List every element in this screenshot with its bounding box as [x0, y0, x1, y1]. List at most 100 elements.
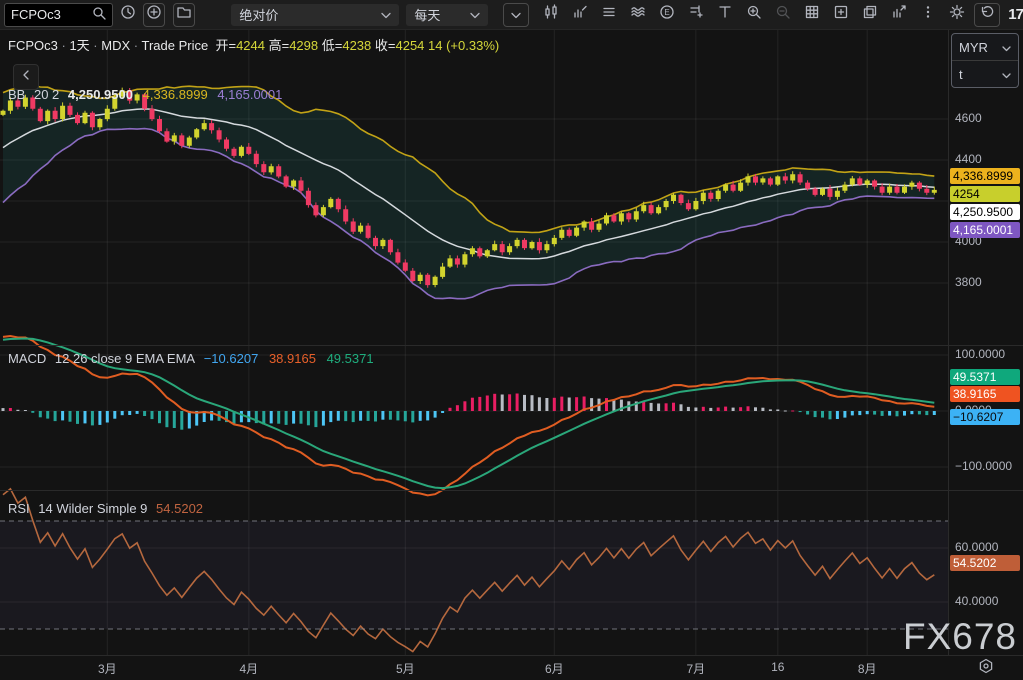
change-value: 14 (+0.33%) [428, 38, 499, 53]
plus-circle-icon [146, 4, 162, 25]
grid-icon [804, 4, 820, 25]
close-value: 4254 [395, 38, 424, 53]
time-axis-label: 16 [771, 660, 784, 674]
interval-expand-button[interactable] [503, 3, 529, 27]
price-mode-value: 绝对价 [239, 5, 278, 24]
rsi-badge: 54.5202 [950, 555, 1020, 571]
bb-lower-value: 4,165.0001 [217, 87, 282, 102]
time-axis-label: 4月 [240, 660, 259, 677]
zoom-out-icon [775, 4, 791, 25]
copy-button[interactable] [858, 4, 882, 26]
macd-hist-value: −10.6207 [204, 351, 259, 366]
time-axis-corner[interactable] [949, 656, 1023, 680]
rsi-axis-label: 40.0000 [955, 594, 998, 608]
chevron-down-icon [1002, 67, 1011, 82]
axis-unit-widget: MYR t [951, 33, 1019, 88]
macd-legend[interactable]: MACD 12 26 close 9 EMA EMA −10.6207 38.9… [8, 351, 374, 366]
rsi-legend[interactable]: RSI 14 Wilder Simple 9 54.5202 [8, 501, 203, 516]
macd-badge: −10.6207 [950, 409, 1020, 425]
measure-icon [688, 4, 704, 25]
time-axis-label: 5月 [396, 660, 415, 677]
interval-dropdown[interactable]: 每天 [406, 4, 488, 26]
undo-button[interactable] [974, 3, 1000, 27]
tradingview-logo[interactable]: 17 [1008, 6, 1023, 23]
symbol-interval: 1天 [69, 38, 89, 53]
layout-templates-icon [601, 4, 617, 25]
symbol-exchange: MDX [101, 38, 130, 53]
macd-badge: 38.9165 [950, 386, 1020, 402]
add-button[interactable] [143, 3, 165, 27]
price-badge: 4,250.9500 [950, 204, 1020, 220]
symbol-info-row[interactable]: FCPOc3 · 1天 · MDX · Trade Price 开=4244 高… [8, 35, 499, 54]
layout-templates-button[interactable] [597, 4, 621, 26]
patterns-button[interactable] [626, 4, 650, 26]
copy-icon [862, 4, 878, 25]
chevron-down-icon [1002, 40, 1011, 55]
top-toolbar: FCPOc3 绝对价 每天 [0, 0, 1023, 30]
low-value: 4238 [342, 38, 371, 53]
clock-icon [120, 4, 136, 25]
bb-legend[interactable]: BB 20 2 4,250.9500 4,336.8999 4,165.0001 [8, 87, 282, 102]
time-axis-label: 7月 [687, 660, 706, 677]
zoom-out-button[interactable] [771, 4, 795, 26]
hexagon-settings-icon [978, 658, 994, 679]
pane-separator-rsi[interactable] [0, 490, 1023, 491]
zoom-in-button[interactable] [742, 4, 766, 26]
currency-dropdown[interactable]: MYR [952, 34, 1018, 60]
export-chart-button[interactable] [887, 4, 911, 26]
measure-button[interactable] [684, 4, 708, 26]
unit-dropdown[interactable]: t [952, 60, 1018, 87]
search-icon [92, 6, 106, 23]
macd-axis-label: 100.0000 [955, 347, 1005, 361]
chevron-down-icon [470, 7, 480, 22]
events-icon: E [659, 4, 675, 25]
macd-line-value: 38.9165 [269, 351, 316, 366]
settings-icon [949, 4, 965, 25]
time-axis[interactable]: 3月 4月 5月 6月 7月 16 8月 [0, 656, 948, 680]
rsi-value: 54.5202 [156, 501, 203, 516]
bb-upper-value: 4,336.8999 [143, 87, 208, 102]
settings-button[interactable] [945, 4, 969, 26]
symbol-search-value: FCPOc3 [11, 7, 61, 22]
price-badge: 4,165.0001 [950, 222, 1020, 238]
candlestick-style-icon [543, 4, 559, 25]
bb-basis-value: 4,250.9500 [68, 87, 133, 102]
time-interval-history-button[interactable] [118, 4, 138, 26]
symbol-search-input[interactable]: FCPOc3 [4, 3, 113, 27]
open-layout-button[interactable] [173, 3, 195, 27]
time-axis-border [0, 655, 1023, 656]
trading-app: FCPOc3 绝对价 每天 [0, 0, 1023, 680]
export-chart-icon [891, 4, 907, 25]
chevron-left-icon [22, 68, 30, 86]
indicators-button[interactable] [568, 4, 592, 26]
pane-separator-macd[interactable] [0, 345, 1023, 346]
chart-canvas[interactable] [0, 30, 948, 655]
indicators-icon [572, 4, 588, 25]
screenshot-icon [833, 4, 849, 25]
zoom-in-icon [746, 4, 762, 25]
patterns-icon [630, 4, 646, 25]
price-axis-label: 4400 [955, 152, 982, 166]
grid-button[interactable] [800, 4, 824, 26]
more-options-icon [920, 4, 936, 25]
price-mode-dropdown[interactable]: 绝对价 [231, 4, 399, 26]
text-tool-button[interactable] [713, 4, 737, 26]
svg-text:E: E [665, 8, 670, 17]
more-options-button[interactable] [916, 4, 940, 26]
open-value: 4244 [236, 38, 265, 53]
macd-badge: 49.5371 [950, 369, 1020, 385]
time-axis-label: 8月 [858, 660, 877, 677]
chevron-down-icon [381, 7, 391, 22]
events-button[interactable]: E [655, 4, 679, 26]
time-axis-label: 6月 [545, 660, 564, 677]
folder-icon [176, 4, 192, 25]
toolbar-icons: E [498, 3, 1023, 27]
time-axis-label: 3月 [98, 660, 117, 677]
price-axis-label: 4600 [955, 111, 982, 125]
macd-axis-label: −100.0000 [955, 459, 1012, 473]
chart-type-button[interactable] [539, 4, 563, 26]
screenshot-button[interactable] [829, 4, 853, 26]
price-axis[interactable]: MYR t 4600440040003800100.00000.0000−100… [948, 30, 1023, 655]
price-badge: 4,336.8999 [950, 168, 1020, 184]
text-tool-icon [717, 4, 733, 25]
